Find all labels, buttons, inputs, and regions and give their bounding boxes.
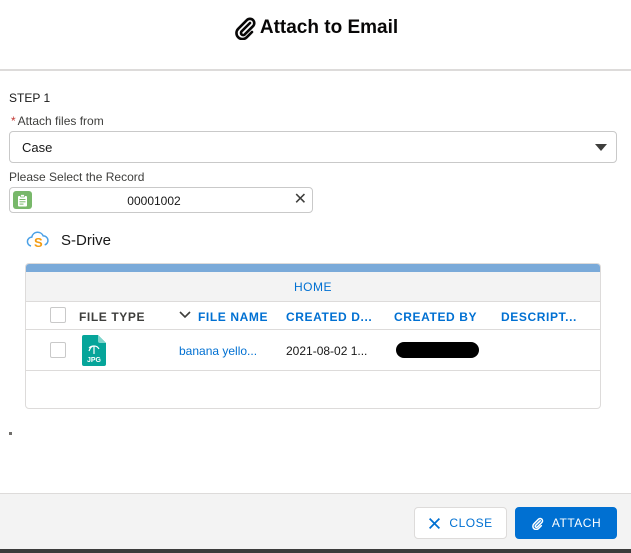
modal-footer: CLOSE ATTACH	[0, 493, 631, 553]
clear-icon[interactable]: ✕	[294, 191, 307, 209]
record-value: 00001002	[127, 194, 181, 208]
step-label: STEP 1	[9, 91, 51, 105]
modal-title: Attach to Email	[233, 16, 398, 40]
file-type-label: JPG	[87, 357, 102, 364]
required-mark: *	[11, 114, 16, 128]
close-button-label: CLOSE	[449, 516, 493, 530]
column-created-date[interactable]: CREATED D...	[286, 310, 372, 324]
close-icon	[429, 517, 441, 529]
table-header: FILE TYPE FILE NAME CREATED D... CREATED…	[26, 302, 600, 330]
svg-text:S: S	[34, 235, 43, 250]
modal-title-text: Attach to Email	[259, 16, 399, 38]
s-drive-label: S-Drive	[61, 231, 112, 249]
stray-mark	[9, 432, 12, 435]
created-by-redacted	[396, 342, 479, 358]
table-row[interactable]: JPG banana yello... 2021-08-02 1...	[26, 330, 600, 371]
column-file-name[interactable]: FILE NAME	[198, 310, 268, 324]
attach-files-from-select[interactable]: Case	[9, 131, 617, 163]
column-file-type[interactable]: FILE TYPE	[79, 310, 145, 324]
attach-files-from-label: * Attach files from	[11, 114, 104, 128]
file-name-link[interactable]: banana yello...	[179, 344, 257, 358]
paperclip-icon	[532, 517, 544, 530]
attach-to-email-modal: Attach to Email STEP 1 * Attach files fro…	[0, 0, 631, 553]
column-created-by[interactable]: CREATED BY	[394, 310, 477, 324]
breadcrumb-home[interactable]: HOME	[26, 272, 600, 302]
attach-button[interactable]: ATTACH	[515, 507, 617, 539]
s-drive-cloud-icon: S	[26, 231, 49, 250]
s-drive-file-panel: HOME FILE TYPE FILE NAME CREATED D... CR…	[25, 263, 601, 409]
sort-chevron-down-icon[interactable]	[179, 309, 191, 323]
window-bottom-edge	[0, 549, 631, 553]
select-all-checkbox[interactable]	[50, 307, 66, 323]
paperclip-icon	[235, 17, 256, 40]
attach-files-from-text: Attach files from	[17, 114, 104, 128]
modal-header: Attach to Email	[0, 0, 631, 71]
s-drive-heading: S S-Drive	[25, 230, 111, 250]
attach-files-from-value: Case	[22, 139, 53, 155]
row-checkbox[interactable]	[50, 342, 66, 358]
panel-top-bar	[26, 264, 600, 272]
jpg-file-icon: JPG	[82, 335, 106, 366]
record-lookup-field[interactable]: 00001002 ✕	[9, 187, 313, 213]
chevron-down-icon	[595, 144, 607, 151]
modal-body: STEP 1 * Attach files from Case Please Se…	[0, 72, 631, 493]
close-button[interactable]: CLOSE	[414, 507, 507, 539]
column-description[interactable]: DESCRIPT...	[501, 310, 577, 324]
record-label: Please Select the Record	[9, 170, 145, 184]
attach-button-label: ATTACH	[551, 516, 602, 530]
created-date-cell: 2021-08-02 1...	[286, 344, 368, 358]
